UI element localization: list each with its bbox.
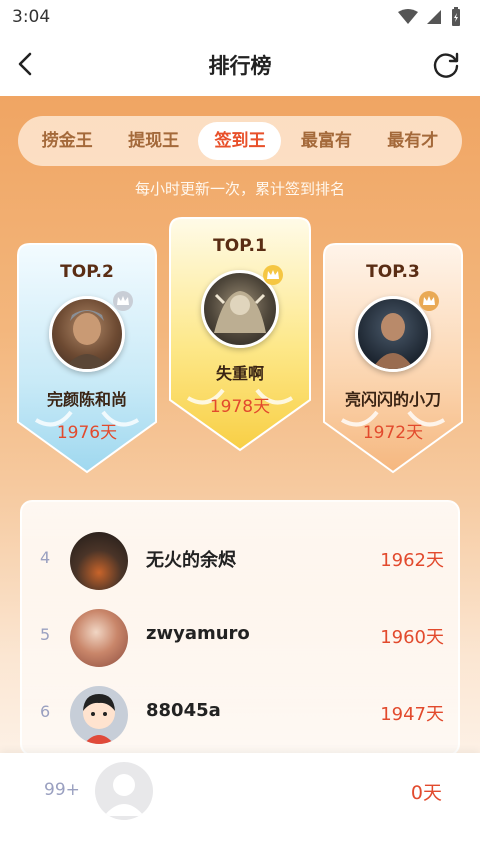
category-tabs: 捞金王 提现王 签到王 最富有 最有才 — [18, 116, 462, 166]
podium-third[interactable]: TOP.3 亮闪闪的小刀 1972天 — [322, 242, 464, 474]
list-days: 1947天 — [380, 704, 444, 725]
tab-tixianwang[interactable]: 提现王 — [112, 122, 195, 160]
chevron-left-icon — [18, 52, 32, 76]
podium-second-name: 完颜陈和尚 — [46, 390, 127, 409]
podium-first-days: 1978天 — [209, 397, 271, 417]
podium-third-days: 1972天 — [362, 423, 424, 443]
list-item[interactable]: 6 88045a 1947天 — [22, 678, 462, 748]
podium-second[interactable]: TOP.2 完颜陈和尚 1976天 — [16, 242, 158, 474]
list-name: 无火的余烬 — [146, 550, 236, 571]
list-name: zwyamuro — [146, 623, 250, 644]
avatar — [70, 686, 128, 744]
podium-second-rank: TOP.2 — [60, 262, 114, 282]
podium-first-name: 失重啊 — [215, 364, 264, 383]
tab-zuifuyou[interactable]: 最富有 — [285, 122, 368, 160]
my-rank-bar: 99+ 0天 — [0, 753, 480, 853]
avatar — [70, 532, 128, 590]
header: 排行榜 — [0, 34, 480, 96]
podium-second-days: 1976天 — [56, 423, 118, 443]
wifi-icon — [398, 9, 418, 24]
list-rank: 6 — [40, 702, 51, 721]
list-name: 88045a — [146, 700, 221, 721]
list-rank: 4 — [40, 548, 51, 567]
status-bar: 3:04 — [0, 0, 480, 34]
refresh-icon — [433, 52, 459, 78]
podium-first[interactable]: TOP.1 失重啊 1978天 — [168, 216, 312, 452]
page-title: 排行榜 — [208, 54, 272, 78]
battery-icon — [452, 7, 460, 26]
ranking-list: 4 无火的余烬 1962天 5 zwyamuro 1960天 6 88045a … — [20, 500, 460, 756]
bronze-crown-icon — [418, 290, 440, 312]
refresh-button[interactable] — [430, 48, 462, 80]
list-item[interactable]: 4 无火的余烬 1962天 — [22, 524, 462, 594]
avatar — [70, 609, 128, 667]
podium-third-name: 亮闪闪的小刀 — [344, 390, 441, 409]
tab-zuiyoucai[interactable]: 最有才 — [371, 122, 454, 160]
back-button[interactable] — [12, 48, 44, 80]
list-days: 1962天 — [380, 550, 444, 571]
tab-qiandaowang[interactable]: 签到王 — [198, 122, 282, 160]
my-days: 0天 — [410, 782, 442, 804]
tab-laojinwang[interactable]: 捞金王 — [26, 122, 109, 160]
status-time: 3:04 — [12, 7, 51, 27]
gold-crown-icon — [262, 264, 284, 286]
podium-first-rank: TOP.1 — [213, 236, 267, 256]
default-avatar-icon — [95, 762, 153, 820]
list-rank: 5 — [40, 625, 51, 644]
podium-third-rank: TOP.3 — [366, 262, 420, 282]
status-icons — [398, 7, 462, 27]
my-rank: 99+ — [44, 780, 80, 800]
signal-icon — [427, 10, 441, 24]
silver-crown-icon — [112, 290, 134, 312]
list-days: 1960天 — [380, 627, 444, 648]
list-item[interactable]: 5 zwyamuro 1960天 — [22, 601, 462, 671]
update-note: 每小时更新一次，累计签到排名 — [134, 180, 345, 198]
